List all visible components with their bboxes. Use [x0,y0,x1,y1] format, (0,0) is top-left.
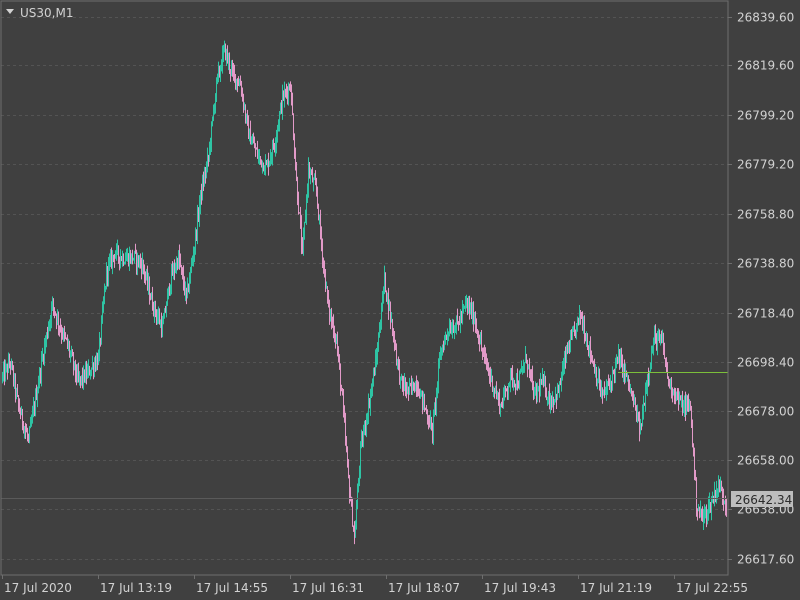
chart-window[interactable]: US30,M1 26839.60 26819.60 26799.20 26779.20… [0,0,800,600]
time-axis-label: 17 Jul 14:55 [196,581,268,595]
time-axis-label: 17 Jul 13:19 [100,581,172,595]
symbol-timeframe-label: US30,M1 [20,6,73,20]
price-axis-label: 26779.20 [737,158,794,172]
current-price-value: 26642.34 [735,493,792,507]
time-axis-label: 17 Jul 21:19 [580,581,652,595]
time-axis-label: 17 Jul 22:55 [676,581,748,595]
price-axis-label: 26819.60 [737,59,794,73]
time-axis-label: 17 Jul 18:07 [388,581,460,595]
price-axis-label: 26658.00 [737,454,794,468]
price-chart[interactable]: US30,M1 26839.60 26819.60 26799.20 26779.20… [0,0,800,600]
price-axis-label: 26839.60 [737,11,794,25]
time-axis-label: 17 Jul 19:43 [484,581,556,595]
price-axis-label: 26698.40 [737,356,794,370]
price-axis-label: 26617.60 [737,553,794,567]
price-axis-label: 26738.80 [737,257,794,271]
price-axis-label: 26758.80 [737,208,794,222]
price-axis-label: 26718.40 [737,307,794,321]
time-axis-label: 17 Jul 2020 [4,581,72,595]
time-axis-label: 17 Jul 16:31 [292,581,364,595]
price-axis-label: 26799.20 [737,109,794,123]
current-price-tag: 26642.34 [731,491,793,507]
price-axis-label: 26678.00 [737,405,794,419]
